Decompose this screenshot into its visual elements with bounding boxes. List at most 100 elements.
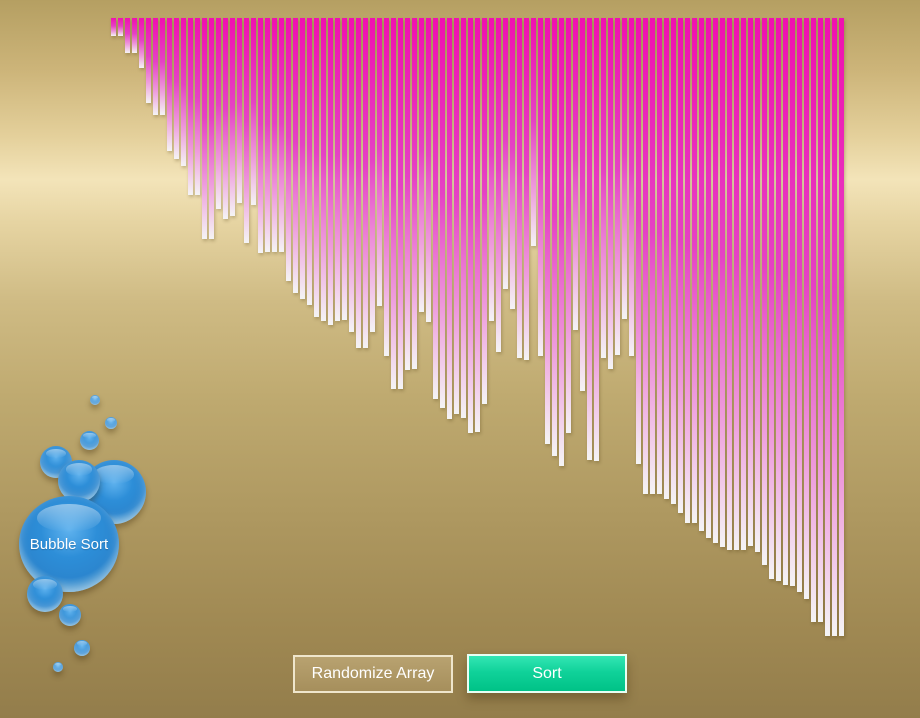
sort-button[interactable]: Sort: [467, 654, 627, 693]
array-bar: [405, 18, 410, 370]
array-bar: [188, 18, 193, 195]
array-bar: [118, 18, 123, 36]
array-bar: [139, 18, 144, 68]
array-bar: [587, 18, 592, 460]
array-bar: [755, 18, 760, 552]
array-bar: [293, 18, 298, 293]
array-bar: [608, 18, 613, 369]
array-bar: [307, 18, 312, 305]
bubble-decoration: [53, 662, 63, 672]
array-bar: [762, 18, 767, 565]
array-bar: [384, 18, 389, 356]
array-bar: [832, 18, 837, 636]
array-bar: [300, 18, 305, 299]
array-bar: [538, 18, 543, 356]
bar-chart-array: [111, 18, 844, 640]
array-bar: [734, 18, 739, 550]
bubble-decoration: [80, 431, 99, 450]
array-bar: [370, 18, 375, 332]
array-bar: [335, 18, 340, 321]
array-bar: [251, 18, 256, 205]
array-bar: [391, 18, 396, 389]
array-bar: [601, 18, 606, 358]
array-bar: [419, 18, 424, 312]
array-bar: [741, 18, 746, 550]
array-bar: [349, 18, 354, 332]
array-bar: [202, 18, 207, 239]
array-bar: [356, 18, 361, 348]
array-bar: [552, 18, 557, 456]
array-bar: [776, 18, 781, 581]
array-bar: [111, 18, 116, 36]
bubble-decoration: [74, 640, 90, 656]
bubble-decoration: [90, 395, 100, 405]
array-bar: [727, 18, 732, 550]
array-bar: [706, 18, 711, 538]
array-bar: [209, 18, 214, 239]
array-bar: [594, 18, 599, 461]
array-bar: [489, 18, 494, 321]
array-bar: [398, 18, 403, 389]
array-bar: [531, 18, 536, 246]
array-bar: [454, 18, 459, 414]
array-bar: [517, 18, 522, 358]
array-bar: [237, 18, 242, 203]
array-bar: [412, 18, 417, 369]
array-bar: [496, 18, 501, 352]
array-bar: [580, 18, 585, 391]
array-bar: [342, 18, 347, 320]
array-bar: [223, 18, 228, 219]
array-bar: [657, 18, 662, 494]
array-bar: [125, 18, 130, 53]
array-bar: [433, 18, 438, 399]
array-bar: [363, 18, 368, 348]
randomize-array-button[interactable]: Randomize Array: [293, 655, 453, 693]
bubble-logo: Bubble Sort: [0, 380, 170, 690]
array-bar: [440, 18, 445, 408]
array-bar: [573, 18, 578, 330]
array-bar: [713, 18, 718, 543]
bubble-decoration: [27, 576, 63, 612]
array-bar: [258, 18, 263, 253]
array-bar: [195, 18, 200, 195]
array-bar: [461, 18, 466, 418]
array-bar: [272, 18, 277, 252]
array-bar: [545, 18, 550, 444]
array-bar: [468, 18, 473, 433]
array-bar: [216, 18, 221, 209]
bubble-decoration: [105, 417, 117, 429]
array-bar: [797, 18, 802, 592]
array-bar: [748, 18, 753, 546]
array-bar: [230, 18, 235, 216]
array-bar: [146, 18, 151, 103]
array-bar: [559, 18, 564, 466]
array-bar: [286, 18, 291, 281]
array-bar: [167, 18, 172, 151]
array-bar: [503, 18, 508, 289]
array-bar: [524, 18, 529, 360]
array-bar: [720, 18, 725, 547]
array-bar: [671, 18, 676, 504]
app-title: Bubble Sort: [29, 535, 109, 553]
array-bar: [783, 18, 788, 585]
array-bar: [426, 18, 431, 322]
array-bar: [811, 18, 816, 622]
array-bar: [615, 18, 620, 355]
array-bar: [839, 18, 844, 636]
bubble-sort-title-bubble: Bubble Sort: [19, 496, 119, 592]
array-bar: [181, 18, 186, 166]
array-bar: [475, 18, 480, 432]
array-bar: [482, 18, 487, 404]
array-bar: [769, 18, 774, 579]
bubble-decoration: [59, 604, 81, 626]
array-bar: [377, 18, 382, 306]
array-bar: [650, 18, 655, 494]
array-bar: [636, 18, 641, 464]
array-bar: [447, 18, 452, 419]
array-bar: [622, 18, 627, 319]
array-bar: [818, 18, 823, 622]
array-bar: [265, 18, 270, 252]
array-bar: [664, 18, 669, 499]
array-bar: [328, 18, 333, 325]
array-bar: [132, 18, 137, 53]
